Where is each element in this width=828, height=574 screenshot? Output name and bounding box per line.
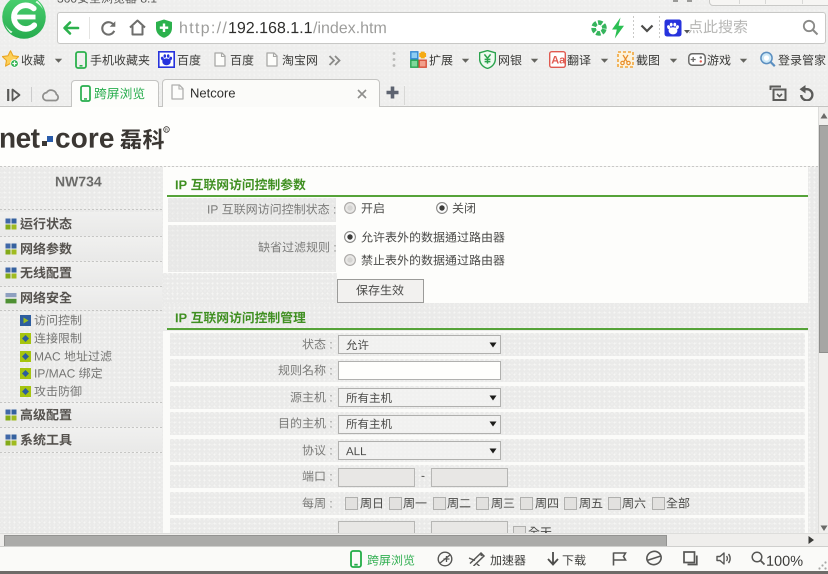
svg-text:Aa: Aa bbox=[551, 55, 566, 67]
